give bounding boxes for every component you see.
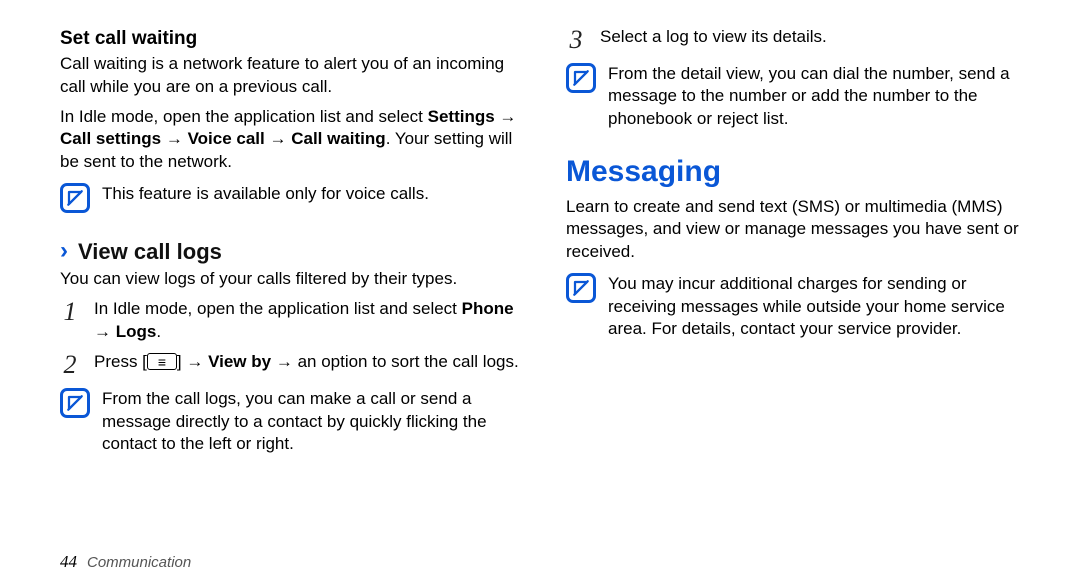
note-text: You may incur additional charges for sen…	[608, 273, 1036, 340]
step-body: Press [] → View by → an option to sort t…	[94, 351, 530, 373]
page-number: 44	[60, 552, 77, 572]
note-icon	[60, 388, 90, 418]
text-fragment: ]	[177, 352, 186, 371]
text-fragment: Press [	[94, 352, 147, 371]
note-detail-view: From the detail view, you can dial the n…	[566, 63, 1036, 130]
text-fragment: In Idle mode, open the application list …	[60, 107, 428, 126]
text-fragment: an option to sort the call logs.	[298, 352, 519, 371]
step-number: 3	[566, 26, 586, 53]
paragraph-view-logs-desc: You can view logs of your calls filtered…	[60, 268, 530, 290]
paragraph-idle-mode-settings-path: In Idle mode, open the application list …	[60, 106, 530, 173]
subheading-view-call-logs: › View call logs	[60, 235, 530, 267]
path-logs: Logs	[116, 322, 157, 341]
paragraph-messaging-desc: Learn to create and send text (SMS) or m…	[566, 196, 1036, 263]
arrow-separator: →	[499, 107, 516, 126]
arrow-separator: →	[276, 352, 293, 371]
step-1: 1 In Idle mode, open the application lis…	[60, 298, 530, 343]
note-text: This feature is available only for voice…	[102, 183, 530, 205]
arrow-separator: →	[94, 322, 111, 341]
paragraph-call-waiting-desc: Call waiting is a network feature to ale…	[60, 53, 530, 98]
section-heading-messaging: Messaging	[566, 152, 1036, 192]
text-fragment: In Idle mode, open the application list …	[94, 299, 462, 318]
subheading-text: View call logs	[78, 237, 222, 266]
step-3: 3 Select a log to view its details.	[566, 26, 1036, 53]
path-phone: Phone	[462, 299, 514, 318]
note-text: From the detail view, you can dial the n…	[608, 63, 1036, 130]
arrow-separator: →	[269, 129, 286, 148]
manual-page: Set call waiting Call waiting is a netwo…	[0, 0, 1080, 586]
step-body: Select a log to view its details.	[600, 26, 1036, 48]
arrow-separator: →	[186, 352, 203, 371]
note-additional-charges: You may incur additional charges for sen…	[566, 273, 1036, 340]
note-text: From the call logs, you can make a call …	[102, 388, 530, 455]
menu-key-icon	[147, 353, 177, 370]
step-2: 2 Press [] → View by → an option to sort…	[60, 351, 530, 378]
right-column: 3 Select a log to view its details. From…	[566, 26, 1036, 546]
text-fragment: .	[156, 322, 161, 341]
path-call-settings: Call settings	[60, 129, 161, 148]
step-number: 2	[60, 351, 80, 378]
two-column-layout: Set call waiting Call waiting is a netwo…	[60, 26, 1036, 546]
path-view-by: View by	[208, 352, 271, 371]
note-icon	[60, 183, 90, 213]
footer-section-name: Communication	[87, 554, 191, 571]
page-footer: 44 Communication	[60, 552, 191, 572]
path-voice-call: Voice call	[188, 129, 265, 148]
step-body: In Idle mode, open the application list …	[94, 298, 530, 343]
note-voice-only: This feature is available only for voice…	[60, 183, 530, 213]
path-call-waiting: Call waiting	[291, 129, 385, 148]
note-icon	[566, 63, 596, 93]
note-flick-contact: From the call logs, you can make a call …	[60, 388, 530, 455]
chevron-right-icon: ›	[60, 235, 68, 267]
left-column: Set call waiting Call waiting is a netwo…	[60, 26, 530, 546]
path-settings: Settings	[428, 107, 495, 126]
note-icon	[566, 273, 596, 303]
step-number: 1	[60, 298, 80, 325]
arrow-separator: →	[166, 129, 183, 148]
heading-set-call-waiting: Set call waiting	[60, 26, 530, 51]
